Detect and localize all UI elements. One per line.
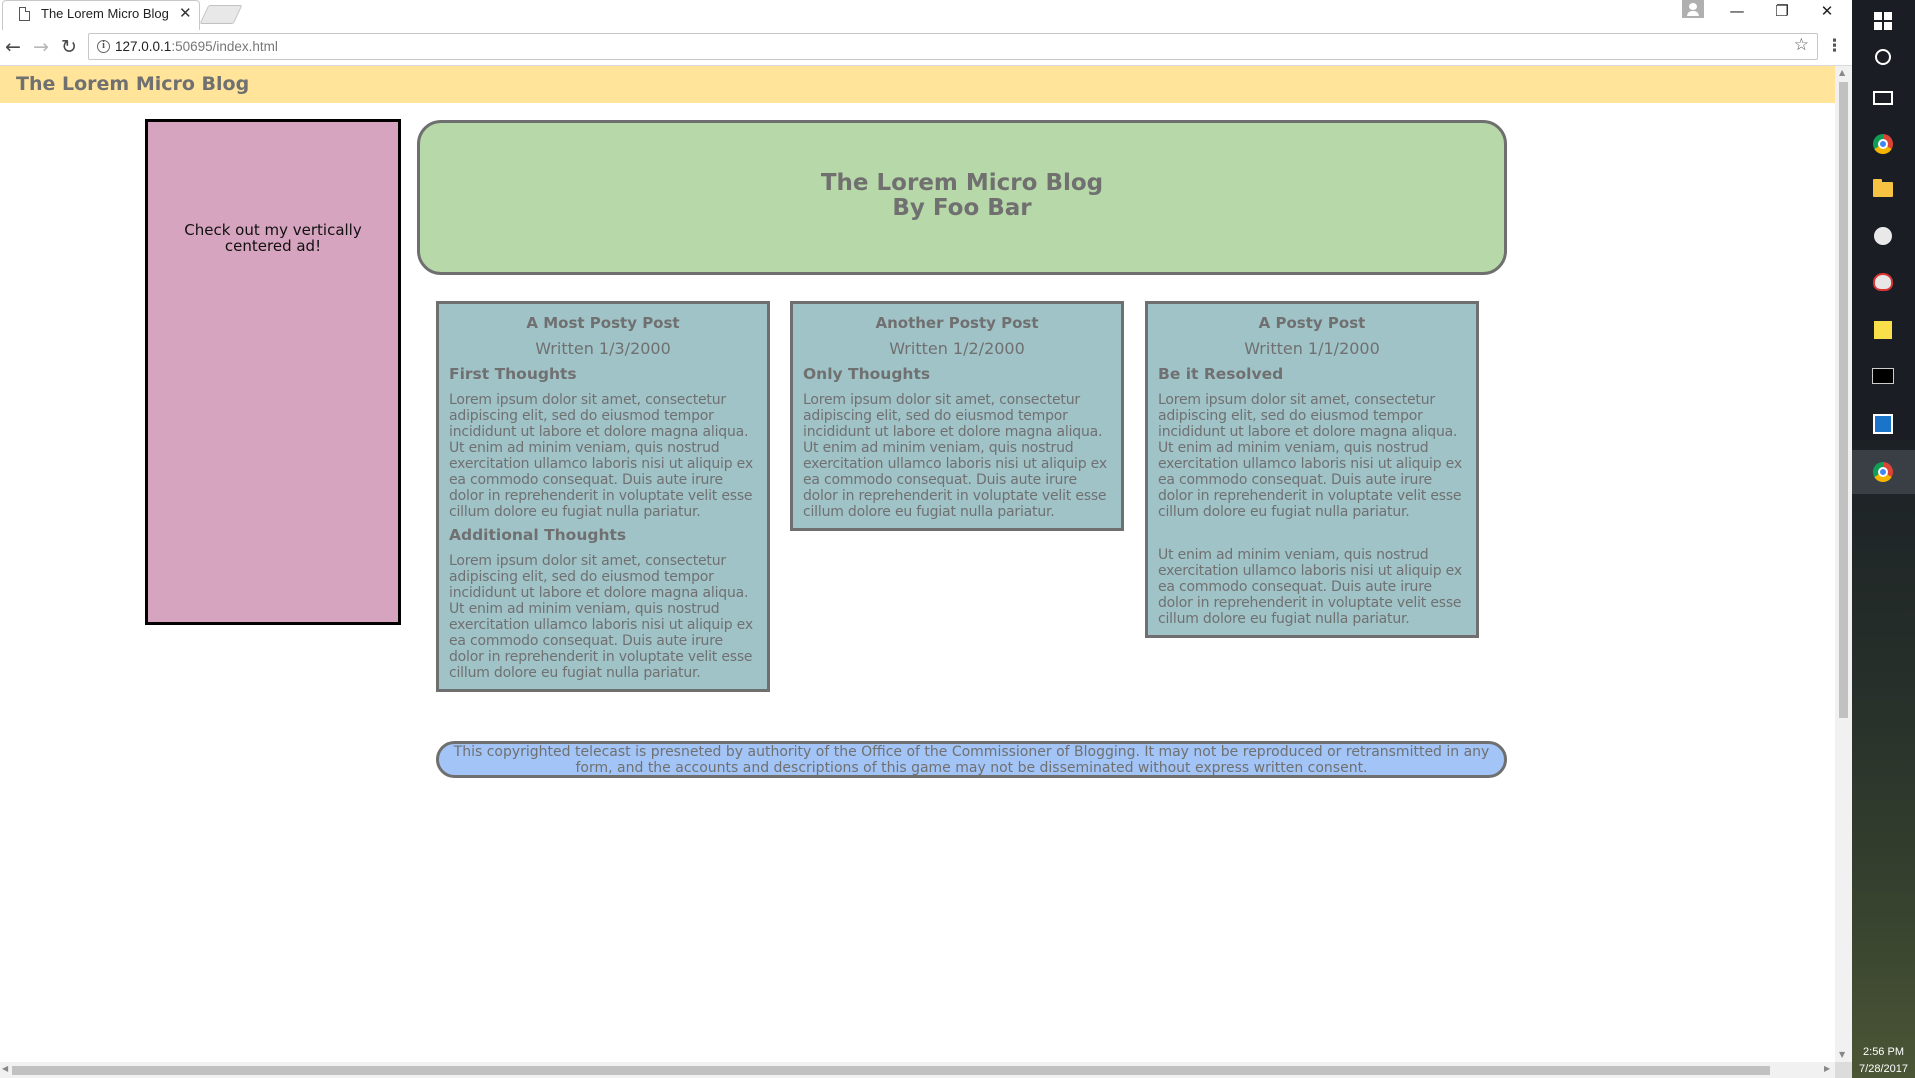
taskbar-chrome-active[interactable] (1852, 450, 1915, 494)
taskbar-clock-time[interactable]: 2:56 PM (1852, 1046, 1915, 1058)
windows-taskbar: 2:56 PM 7/28/2017 (1852, 0, 1915, 1078)
close-window-button[interactable]: ✕ (1805, 0, 1849, 24)
paint-icon (1873, 273, 1893, 291)
close-tab-icon[interactable]: ✕ (179, 4, 192, 22)
minimize-button[interactable]: — (1715, 0, 1759, 24)
address-bar[interactable]: i 127.0.0.1:50695/index.html ☆ (88, 33, 1818, 60)
taskbar-sticky-notes[interactable] (1852, 308, 1915, 352)
taskbar-file-explorer[interactable] (1852, 168, 1915, 212)
taskbar-chrome[interactable] (1852, 122, 1915, 166)
task-view-icon (1873, 91, 1893, 105)
post-section-body: Ut enim ad minim veniam, quis nostrud ex… (1158, 547, 1462, 627)
scroll-right-icon[interactable]: ▶ (1824, 1064, 1830, 1073)
site-top-bar: The Lorem Micro Blog (0, 66, 1835, 103)
scrollbar-corner (1835, 1062, 1852, 1078)
taskbar-store[interactable] (1852, 402, 1915, 446)
horizontal-scroll-thumb[interactable] (12, 1066, 1770, 1075)
url-text[interactable]: 127.0.0.1:50695/index.html (115, 39, 278, 54)
tab-strip: The Lorem Micro Blog ✕ — ❐ ✕ (0, 0, 1852, 30)
restore-button[interactable]: ❐ (1760, 0, 1804, 24)
post-title: Another Posty Post (875, 314, 1039, 332)
post-card: A Most Posty Post Written 1/3/2000 First… (436, 301, 770, 692)
page-icon (19, 7, 30, 21)
post-section-body: Lorem ipsum dolor sit amet, consectetur … (449, 392, 753, 520)
taskbar-paint[interactable] (1852, 260, 1915, 304)
url-host: 127.0.0.1 (115, 39, 172, 54)
post-section-heading: Only Thoughts (803, 365, 931, 383)
post-section-body: Lorem ipsum dolor sit amet, consectetur … (803, 392, 1107, 520)
forward-button[interactable]: → (28, 34, 54, 60)
scroll-left-icon[interactable]: ◀ (2, 1064, 8, 1073)
post-title: A Most Posty Post (526, 314, 680, 332)
store-icon (1873, 414, 1893, 434)
page-viewport: The Lorem Micro Blog Check out my vertic… (0, 66, 1835, 1062)
user-profile-icon[interactable] (1682, 0, 1704, 18)
post-title: A Posty Post (1258, 314, 1366, 332)
post-section-body: Lorem ipsum dolor sit amet, consectetur … (1158, 392, 1462, 520)
taskbar-command-prompt[interactable] (1852, 354, 1915, 398)
post-card: Another Posty Post Written 1/2/2000 Only… (790, 301, 1124, 531)
browser-tab[interactable]: The Lorem Micro Blog ✕ (2, 0, 200, 30)
reload-button[interactable]: ↻ (56, 34, 82, 60)
cortana-icon (1875, 49, 1891, 65)
scroll-down-icon[interactable]: ▼ (1839, 1050, 1845, 1059)
blog-author: By Foo Bar (892, 195, 1032, 221)
post-section-heading: First Thoughts (449, 365, 577, 383)
taskbar-clock-date[interactable]: 7/28/2017 (1852, 1063, 1915, 1075)
post-section-heading: Additional Thoughts (449, 526, 627, 544)
chrome-icon (1873, 134, 1893, 154)
task-view-button[interactable] (1852, 76, 1915, 120)
new-tab-button[interactable] (199, 5, 243, 24)
scroll-up-icon[interactable]: ▲ (1839, 68, 1845, 77)
post-card: A Posty Post Written 1/1/2000 Be it Reso… (1145, 301, 1479, 638)
url-path: :50695/index.html (171, 39, 278, 54)
post-date: Written 1/1/2000 (1244, 339, 1380, 358)
windows-start-icon (1874, 12, 1892, 30)
taskbar-wallpaper (1852, 440, 1915, 1078)
sticky-notes-icon (1874, 321, 1892, 339)
taskbar-emoji-app[interactable] (1852, 214, 1915, 258)
post-date: Written 1/3/2000 (535, 339, 671, 358)
blog-title: The Lorem Micro Blog (820, 170, 1104, 196)
browser-menu-icon[interactable]: ⋮ (1826, 36, 1843, 56)
site-title[interactable]: The Lorem Micro Blog (16, 73, 249, 95)
file-explorer-icon (1873, 179, 1893, 197)
blog-header-title: The Lorem Micro Blog By Foo Bar (420, 171, 1504, 221)
tab-title: The Lorem Micro Blog (41, 6, 169, 21)
bookmark-star-icon[interactable]: ☆ (1794, 35, 1809, 55)
chrome-icon (1873, 462, 1893, 482)
post-section-body: Lorem ipsum dolor sit amet, consectetur … (449, 553, 753, 681)
info-icon[interactable]: i (97, 40, 110, 53)
command-prompt-icon (1872, 368, 1894, 384)
horizontal-scrollbar[interactable]: ◀ ▶ (0, 1062, 1835, 1078)
vertical-scroll-thumb[interactable] (1839, 82, 1848, 718)
cortana-button[interactable] (1852, 36, 1915, 80)
browser-toolbar: ← → ↻ i 127.0.0.1:50695/index.html ☆ ⋮ (0, 30, 1852, 66)
emoji-app-icon (1874, 227, 1892, 245)
ad-text: Check out my vertically centered ad! (184, 221, 362, 255)
post-date: Written 1/2/2000 (889, 339, 1025, 358)
vertical-scrollbar[interactable]: ▲ ▼ (1835, 66, 1852, 1062)
blog-header: The Lorem Micro Blog By Foo Bar (417, 120, 1507, 275)
post-section-heading: Be it Resolved (1158, 365, 1284, 383)
ad-box[interactable]: Check out my vertically centered ad! (145, 119, 401, 625)
footer-notice: This copyrighted telecast is presneted b… (436, 741, 1507, 778)
back-button[interactable]: ← (0, 34, 26, 60)
